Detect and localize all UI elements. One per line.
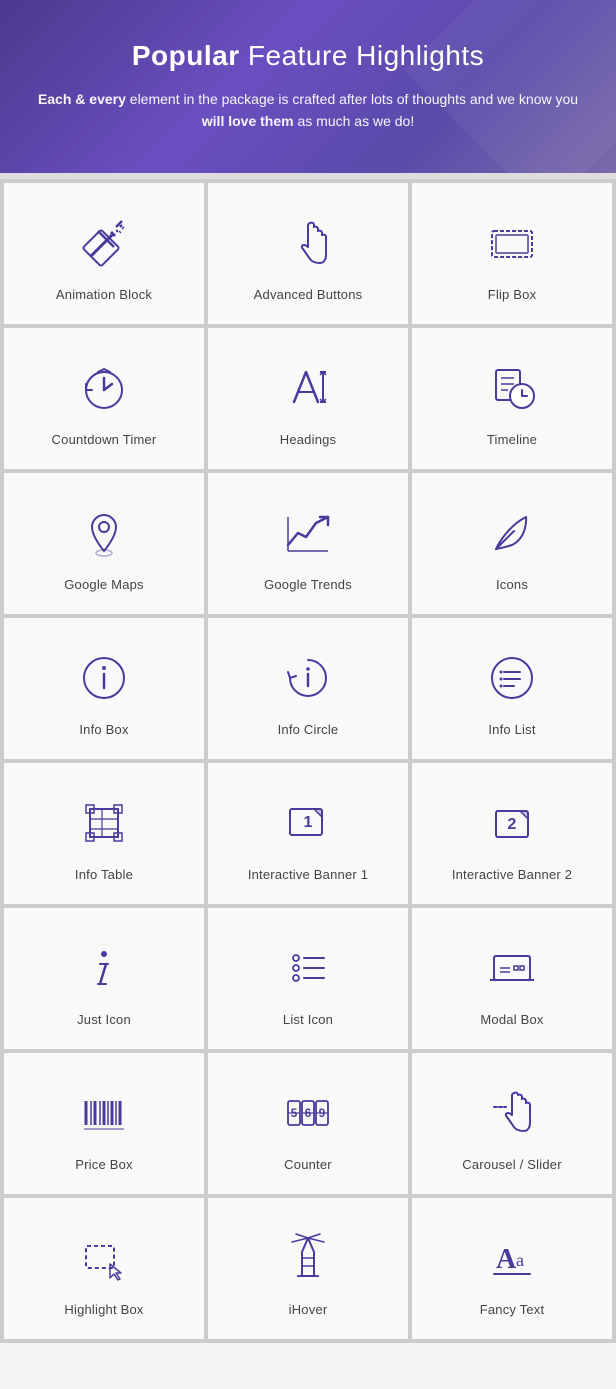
list-icon-icon [276,936,340,1000]
flip-box-label: Flip Box [488,287,537,302]
grid-item-modal-box[interactable]: Modal Box [412,908,612,1049]
grid-item-list-icon[interactable]: List Icon [208,908,408,1049]
countdown-label: Countdown Timer [52,432,157,447]
svg-text:1: 1 [304,814,313,831]
grid-item-countdown[interactable]: Countdown Timer [4,328,204,469]
timeline-label: Timeline [487,432,537,447]
grid-item-info-list[interactable]: Info List [412,618,612,759]
countdown-icon [72,356,136,420]
info-table-icon [72,791,136,855]
interactive-banner-1-label: Interactive Banner 1 [248,867,368,882]
interactive-banner-2-icon: 2 [480,791,544,855]
header: Popular Feature Highlights Each & every … [0,0,616,173]
icons-label: Icons [496,577,528,592]
grid-item-interactive-banner-2[interactable]: 2 Interactive Banner 2 [412,763,612,904]
just-icon-icon [72,936,136,1000]
svg-text:A: A [496,1244,517,1275]
ihover-icon [276,1226,340,1290]
page-title: Popular Feature Highlights [30,40,586,72]
ihover-label: iHover [289,1302,328,1317]
modal-box-icon [480,936,544,1000]
headings-icon [276,356,340,420]
counter-icon: 5 6 9 [276,1081,340,1145]
grid-item-headings[interactable]: Headings [208,328,408,469]
grid-item-counter[interactable]: 5 6 9 Counter [208,1053,408,1194]
grid-item-flip-box[interactable]: Flip Box [412,183,612,324]
advanced-buttons-label: Advanced Buttons [254,287,363,302]
grid-item-ihover[interactable]: iHover [208,1198,408,1339]
fancy-text-label: Fancy Text [480,1302,545,1317]
counter-label: Counter [284,1157,332,1172]
just-icon-label: Just Icon [77,1012,131,1027]
timeline-icon [480,356,544,420]
grid-item-carousel-slider[interactable]: Carousel / Slider [412,1053,612,1194]
info-list-label: Info List [488,722,535,737]
info-list-icon [480,646,544,710]
feature-grid: Animation Block Advanced Buttons Flip Bo… [0,179,616,1343]
grid-item-info-circle[interactable]: Info Circle [208,618,408,759]
highlight-box-label: Highlight Box [64,1302,143,1317]
grid-item-animation-block[interactable]: Animation Block [4,183,204,324]
info-table-label: Info Table [75,867,133,882]
grid-item-highlight-box[interactable]: Highlight Box [4,1198,204,1339]
grid-item-google-maps[interactable]: Google Maps [4,473,204,614]
grid-item-info-box[interactable]: Info Box [4,618,204,759]
grid-item-just-icon[interactable]: Just Icon [4,908,204,1049]
highlight-box-icon [72,1226,136,1290]
google-maps-label: Google Maps [64,577,144,592]
svg-text:a: a [516,1250,524,1270]
info-box-label: Info Box [79,722,128,737]
interactive-banner-2-label: Interactive Banner 2 [452,867,572,882]
price-box-label: Price Box [75,1157,132,1172]
google-trends-icon [276,501,340,565]
svg-text:2: 2 [508,816,517,833]
modal-box-label: Modal Box [480,1012,543,1027]
grid-item-interactive-banner-1[interactable]: 1 Interactive Banner 1 [208,763,408,904]
info-circle-label: Info Circle [278,722,339,737]
google-maps-icon [72,501,136,565]
grid-item-price-box[interactable]: Price Box [4,1053,204,1194]
grid-item-timeline[interactable]: Timeline [412,328,612,469]
icons-icon [480,501,544,565]
flip-box-icon [480,211,544,275]
animation-block-icon [72,211,136,275]
advanced-buttons-icon [276,211,340,275]
info-circle-icon [276,646,340,710]
grid-item-advanced-buttons[interactable]: Advanced Buttons [208,183,408,324]
carousel-slider-label: Carousel / Slider [462,1157,562,1172]
carousel-slider-icon [480,1081,544,1145]
headings-label: Headings [280,432,337,447]
interactive-banner-1-icon: 1 [276,791,340,855]
grid-item-google-trends[interactable]: Google Trends [208,473,408,614]
animation-block-label: Animation Block [56,287,152,302]
grid-item-icons[interactable]: Icons [412,473,612,614]
google-trends-label: Google Trends [264,577,352,592]
list-icon-label: List Icon [283,1012,333,1027]
info-box-icon [72,646,136,710]
price-box-icon [72,1081,136,1145]
fancy-text-icon: A a [480,1226,544,1290]
grid-item-info-table[interactable]: Info Table [4,763,204,904]
page-subtitle: Each & every element in the package is c… [30,88,586,133]
grid-item-fancy-text[interactable]: A a Fancy Text [412,1198,612,1339]
